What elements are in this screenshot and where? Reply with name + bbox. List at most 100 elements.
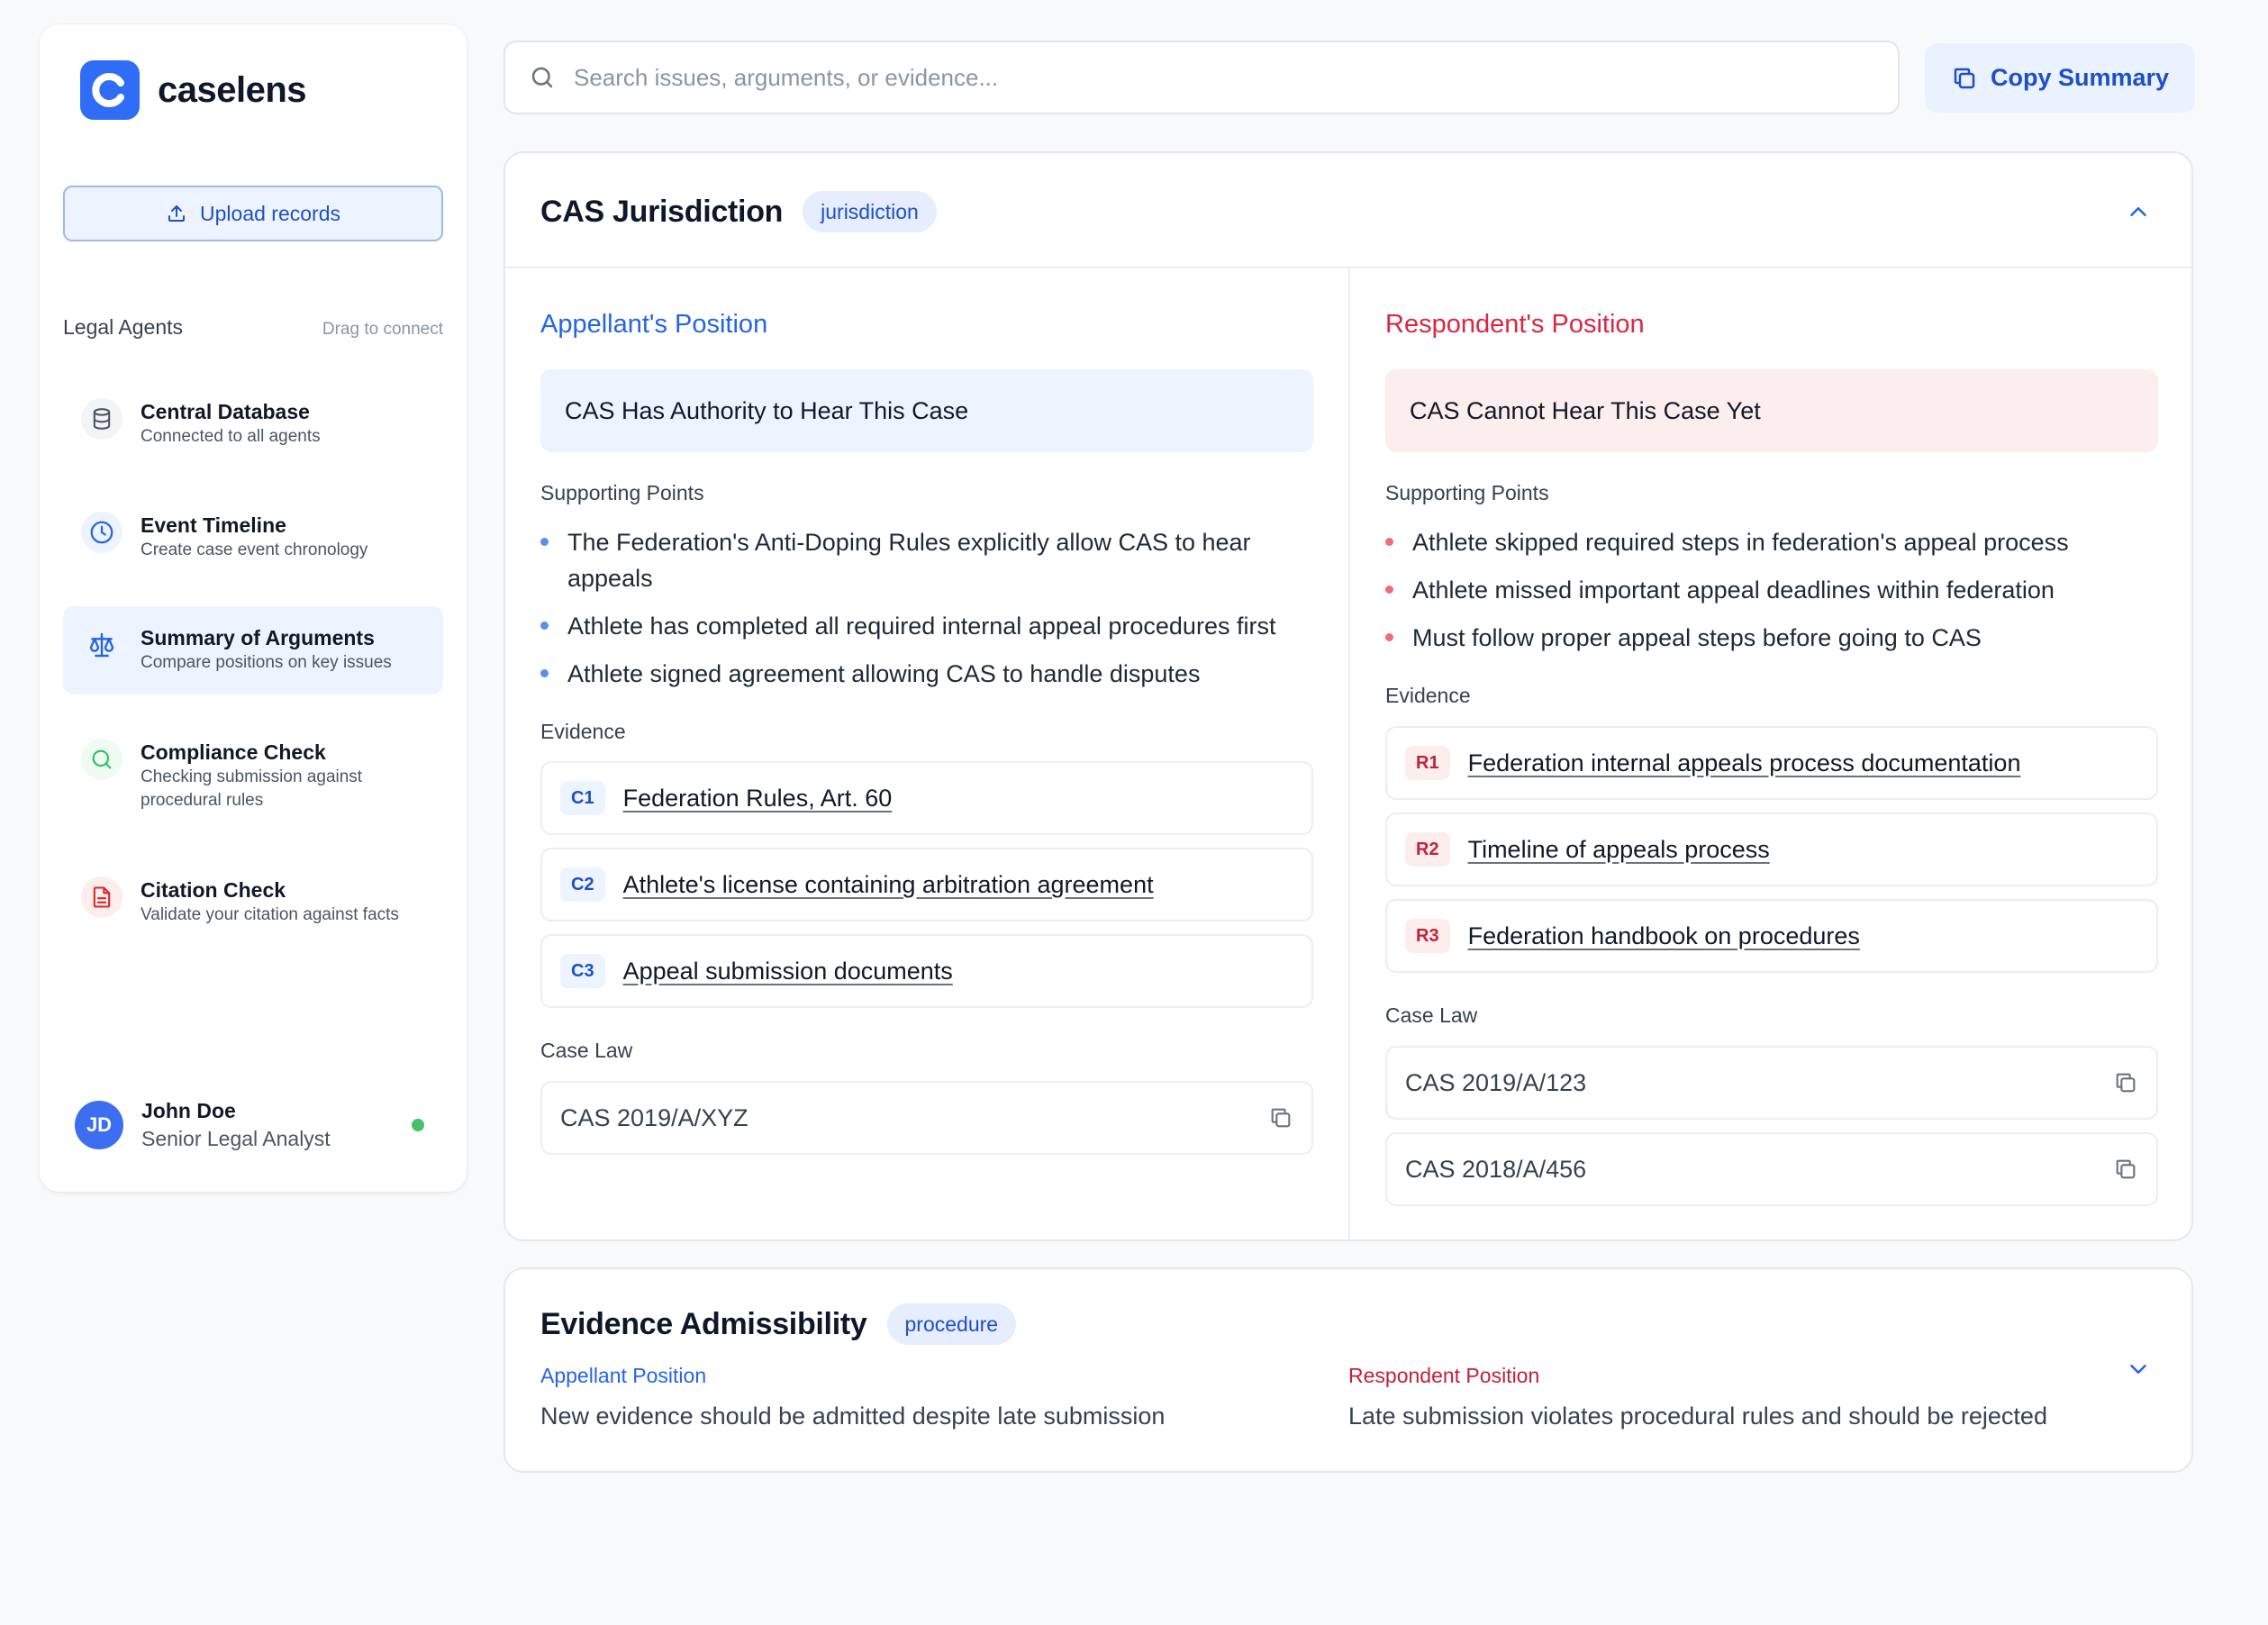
evidence-id: R1 bbox=[1405, 746, 1450, 780]
agent-central-database[interactable]: Central Database Connected to all agents bbox=[63, 398, 443, 449]
evidence-item[interactable]: C1 Federation Rules, Art. 60 bbox=[540, 761, 1313, 835]
evidence-id: C1 bbox=[560, 781, 605, 815]
evidence-link[interactable]: Timeline of appeals process bbox=[1468, 836, 1770, 864]
expand-button[interactable] bbox=[2125, 1356, 2152, 1387]
list-item: Must follow proper appeal steps before g… bbox=[1385, 620, 2133, 656]
issue-card-evidence-admissibility[interactable]: Evidence Admissibility procedure Appella… bbox=[503, 1267, 2193, 1473]
agent-desc: Create case event chronology bbox=[141, 540, 368, 559]
case-law-citation: CAS 2019/A/XYZ bbox=[560, 1103, 748, 1131]
evidence-item[interactable]: R3 Federation handbook on procedures bbox=[1385, 899, 2158, 973]
evidence-link[interactable]: Appeal submission documents bbox=[623, 958, 953, 985]
agents-header: Legal Agents Drag to connect bbox=[63, 315, 443, 340]
agent-summary-of-arguments[interactable]: Summary of Arguments Compare positions o… bbox=[63, 606, 443, 694]
evidence-id: C2 bbox=[560, 867, 605, 902]
case-law-item: CAS 2018/A/456 bbox=[1385, 1132, 2158, 1206]
appellant-points: The Federation's Anti-Doping Rules expli… bbox=[540, 524, 1288, 704]
evidence-link[interactable]: Federation internal appeals process docu… bbox=[1468, 749, 2021, 777]
copy-icon[interactable] bbox=[1268, 1105, 1293, 1130]
agent-desc: Connected to all agents bbox=[141, 427, 321, 446]
copy-icon[interactable] bbox=[2113, 1070, 2138, 1095]
chevron-down-icon bbox=[2130, 1365, 2146, 1374]
issue-header[interactable]: Evidence Admissibility procedure bbox=[540, 1303, 1017, 1345]
supporting-points-label: Supporting Points bbox=[540, 481, 704, 504]
case-law-item: CAS 2019/A/XYZ bbox=[540, 1081, 1313, 1155]
agents-title: Legal Agents bbox=[63, 315, 184, 339]
user-profile[interactable]: JD John Doe Senior Legal Analyst bbox=[75, 1097, 435, 1153]
upload-records-button[interactable]: Upload records bbox=[63, 186, 443, 241]
evidence-link[interactable]: Federation Rules, Art. 60 bbox=[623, 785, 893, 812]
search-icon bbox=[531, 67, 553, 88]
copy-summary-label: Copy Summary bbox=[1990, 64, 2170, 91]
document-icon bbox=[81, 876, 122, 918]
sidebar: caselens Upload records Legal Agents Dra… bbox=[40, 24, 467, 1192]
collapse-button[interactable] bbox=[2125, 198, 2152, 230]
appellant-position-label: Appellant Position bbox=[540, 1364, 707, 1387]
search-bar[interactable] bbox=[503, 41, 1900, 114]
scale-icon bbox=[81, 624, 122, 666]
agents-hint: Drag to connect bbox=[322, 320, 443, 339]
case-law-label: Case Law bbox=[1385, 1003, 1478, 1027]
agent-citation-check[interactable]: Citation Check Validate your citation ag… bbox=[63, 876, 443, 927]
case-law-item: CAS 2019/A/123 bbox=[1385, 1046, 2158, 1120]
list-item: Athlete missed important appeal deadline… bbox=[1385, 572, 2133, 608]
issue-card-cas-jurisdiction: CAS Jurisdiction jurisdiction Appellant'… bbox=[503, 151, 2193, 1241]
case-law-label: Case Law bbox=[540, 1039, 633, 1062]
upload-icon bbox=[168, 205, 186, 222]
appellant-position-text: New evidence should be admitted despite … bbox=[540, 1403, 1166, 1430]
copy-summary-button[interactable]: Copy Summary bbox=[1925, 43, 2195, 113]
respondent-heading: Respondent's Position bbox=[1385, 310, 1645, 339]
evidence-item[interactable]: C2 Athlete's license containing arbitrat… bbox=[540, 848, 1313, 921]
issue-tag: procedure bbox=[886, 1303, 1017, 1345]
evidence-id: R3 bbox=[1405, 919, 1450, 953]
agent-desc: Validate your citation against facts bbox=[141, 905, 399, 924]
brand[interactable]: caselens bbox=[80, 60, 307, 120]
issue-title: CAS Jurisdiction bbox=[540, 194, 784, 229]
upload-records-label: Upload records bbox=[200, 201, 340, 225]
chevron-up-icon bbox=[2130, 207, 2146, 216]
list-item: Athlete signed agreement allowing CAS to… bbox=[540, 656, 1288, 692]
user-role: Senior Legal Analyst bbox=[141, 1127, 331, 1150]
issue-tag: jurisdiction bbox=[803, 191, 937, 232]
copy-icon bbox=[1954, 68, 1975, 88]
supporting-points-label: Supporting Points bbox=[1385, 481, 1549, 504]
database-icon bbox=[81, 398, 122, 440]
brand-name: caselens bbox=[158, 69, 307, 110]
respondent-claim: CAS Cannot Hear This Case Yet bbox=[1385, 369, 2158, 452]
case-law-citation: CAS 2018/A/456 bbox=[1405, 1155, 1587, 1183]
evidence-item[interactable]: R1 Federation internal appeals process d… bbox=[1385, 726, 2158, 800]
agent-name: Summary of Arguments bbox=[141, 626, 375, 649]
appellant-claim: CAS Has Authority to Hear This Case bbox=[540, 369, 1313, 452]
clock-icon bbox=[81, 512, 122, 553]
avatar: JD bbox=[75, 1101, 123, 1149]
search-input[interactable] bbox=[574, 63, 1835, 92]
list-item: Athlete has completed all required inter… bbox=[540, 608, 1288, 644]
agent-desc: Checking submission against procedural r… bbox=[141, 767, 363, 810]
respondent-points: Athlete skipped required steps in federa… bbox=[1385, 524, 2133, 667]
online-status-icon bbox=[412, 1119, 424, 1131]
user-name: John Doe bbox=[141, 1099, 236, 1122]
evidence-label: Evidence bbox=[540, 720, 626, 743]
agent-desc: Compare positions on key issues bbox=[141, 653, 392, 672]
agent-name: Central Database bbox=[141, 400, 310, 423]
divider bbox=[1348, 268, 1350, 1239]
evidence-label: Evidence bbox=[1385, 684, 1471, 707]
issue-title: Evidence Admissibility bbox=[540, 1306, 867, 1341]
evidence-id: C3 bbox=[560, 954, 605, 988]
evidence-item[interactable]: C3 Appeal submission documents bbox=[540, 934, 1313, 1008]
evidence-id: R2 bbox=[1405, 832, 1450, 867]
agent-event-timeline[interactable]: Event Timeline Create case event chronol… bbox=[63, 512, 443, 562]
copy-icon[interactable] bbox=[2113, 1157, 2138, 1182]
search-check-icon bbox=[81, 739, 122, 780]
agent-name: Event Timeline bbox=[141, 513, 286, 537]
agent-compliance-check[interactable]: Compliance Check Checking submission aga… bbox=[63, 739, 443, 812]
respondent-position-label: Respondent Position bbox=[1348, 1364, 1540, 1387]
caselens-logo-icon bbox=[80, 60, 140, 120]
evidence-link[interactable]: Federation handbook on procedures bbox=[1468, 922, 1860, 950]
evidence-item[interactable]: R2 Timeline of appeals process bbox=[1385, 812, 2158, 886]
issue-header[interactable]: CAS Jurisdiction jurisdiction bbox=[540, 191, 937, 232]
evidence-link[interactable]: Athlete's license containing arbitration… bbox=[623, 871, 1154, 899]
case-law-citation: CAS 2019/A/123 bbox=[1405, 1068, 1587, 1096]
appellant-heading: Appellant's Position bbox=[540, 310, 768, 339]
list-item: Athlete skipped required steps in federa… bbox=[1385, 524, 2133, 560]
list-item: The Federation's Anti-Doping Rules expli… bbox=[540, 524, 1288, 596]
